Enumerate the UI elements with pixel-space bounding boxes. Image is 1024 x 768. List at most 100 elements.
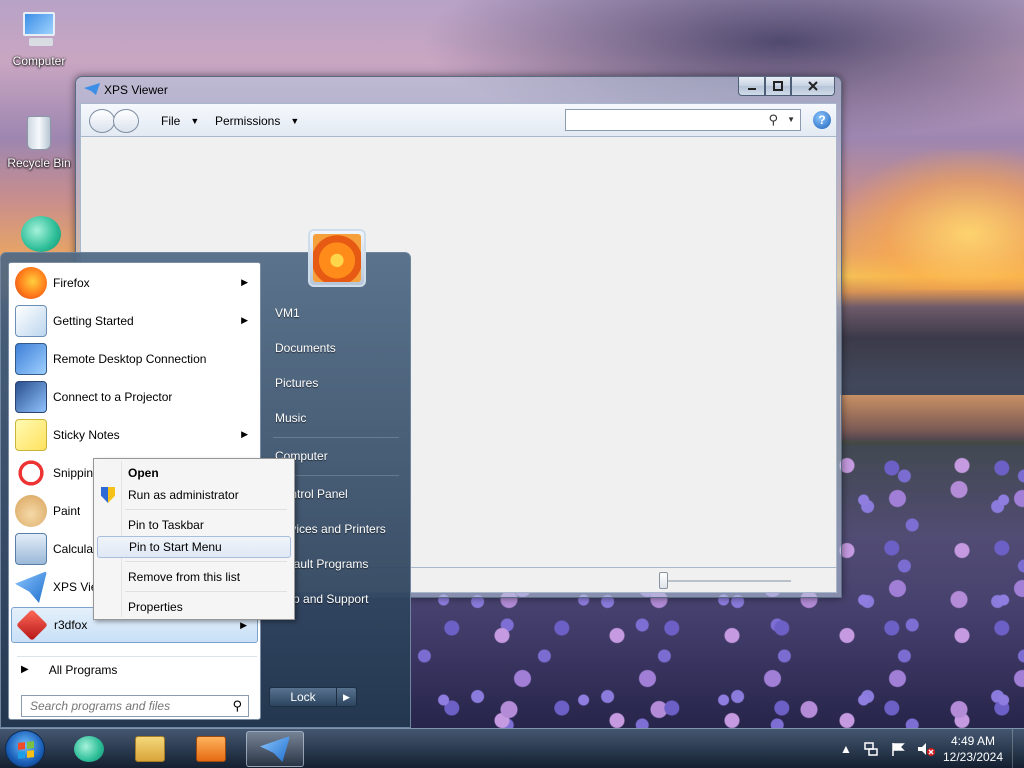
desktop-icon-label: Recycle Bin	[7, 156, 71, 170]
toolbar: File ▼ Permissions ▼ ⚲ ▼ ?	[80, 103, 837, 137]
start-right-item-music[interactable]: Music	[263, 403, 403, 433]
windows-explorer-icon	[135, 736, 165, 762]
program-label: Remote Desktop Connection	[53, 352, 207, 366]
all-programs-button[interactable]: ▶ All Programs	[17, 656, 257, 682]
snipping-tool-icon	[15, 457, 47, 489]
wallpaper-sunset	[840, 150, 1024, 290]
program-item-firefox[interactable]: Firefox ▶	[11, 265, 258, 301]
program-item-sticky-notes[interactable]: Sticky Notes ▶	[11, 417, 258, 453]
volume-muted-icon[interactable]	[917, 741, 935, 757]
program-label: Sticky Notes	[53, 428, 120, 442]
desktop-icon-recycle-bin[interactable]: Recycle Bin	[2, 110, 76, 170]
media-player-icon	[196, 736, 226, 762]
forward-button[interactable]	[113, 109, 139, 133]
desktop-icon-label: Computer	[12, 54, 66, 68]
minimize-button[interactable]	[738, 77, 765, 96]
title-bar[interactable]: XPS Viewer	[76, 77, 841, 101]
show-hidden-icons-arrow-icon[interactable]: ▲	[840, 742, 852, 756]
taskbar-app-xps-viewer[interactable]	[246, 731, 304, 767]
program-item-getting-started[interactable]: Getting Started ▶	[11, 303, 258, 339]
uac-shield-icon	[101, 487, 115, 503]
user-picture[interactable]	[308, 229, 366, 287]
submenu-arrow-icon[interactable]: ▶	[240, 620, 247, 631]
submenu-arrow-icon[interactable]: ▶	[241, 315, 248, 326]
network-icon[interactable]	[863, 741, 879, 757]
taskbar-app-media-player[interactable]	[182, 731, 240, 767]
context-menu-open[interactable]: Open	[97, 462, 291, 484]
all-programs-arrow-icon: ▶	[21, 664, 29, 675]
flag-icon[interactable]	[890, 741, 906, 757]
shutdown-options-arrow-icon[interactable]: ▶	[337, 687, 357, 707]
close-icon	[808, 81, 818, 91]
firefox-icon	[15, 267, 47, 299]
taskbar-app-internet-explorer[interactable]	[60, 731, 118, 767]
permissions-menu-label: Permissions	[215, 114, 281, 128]
xps-viewer-icon	[260, 736, 290, 762]
file-menu-label: File	[161, 114, 181, 128]
program-label: Paint	[53, 504, 81, 518]
close-button[interactable]	[791, 77, 835, 96]
dropdown-arrow-icon: ▼	[290, 116, 300, 126]
desktop-icon-computer[interactable]: Computer	[2, 8, 76, 68]
context-menu: Open Run as administrator Pin to Taskbar…	[93, 458, 295, 620]
maximize-icon	[773, 81, 783, 91]
zoom-slider-thumb[interactable]	[659, 572, 668, 589]
r3dfox-icon	[16, 609, 48, 641]
remote-desktop-icon	[15, 343, 47, 375]
search-box[interactable]: ⚲ ▼	[565, 109, 801, 131]
divider	[273, 437, 399, 438]
internet-explorer-icon	[17, 212, 61, 256]
search-input[interactable]	[566, 110, 756, 130]
context-menu-label: Run as administrator	[128, 488, 239, 502]
paint-icon	[15, 495, 47, 527]
xps-viewer-icon	[15, 571, 47, 603]
submenu-arrow-icon[interactable]: ▶	[241, 429, 248, 440]
calculator-icon	[15, 533, 47, 565]
maximize-button[interactable]	[765, 77, 791, 96]
context-menu-pin-taskbar[interactable]: Pin to Taskbar	[97, 514, 291, 536]
file-menu[interactable]: File ▼	[161, 114, 199, 128]
submenu-arrow-icon[interactable]: ▶	[241, 277, 248, 288]
show-desktop-button[interactable]	[1012, 729, 1024, 768]
wallpaper-water	[840, 395, 1024, 445]
xps-viewer-icon	[84, 83, 100, 95]
minimize-icon	[747, 88, 756, 90]
program-item-remote-desktop[interactable]: Remote Desktop Connection	[11, 341, 258, 377]
start-right-item-documents[interactable]: Documents	[263, 333, 403, 363]
context-menu-run-as-admin[interactable]: Run as administrator	[97, 484, 291, 506]
recycle-bin-icon	[17, 110, 61, 154]
start-search-box[interactable]: ⚲	[21, 695, 249, 717]
program-label: r3dfox	[54, 618, 88, 632]
context-menu-properties[interactable]: Properties	[97, 596, 291, 618]
window-title: XPS Viewer	[104, 83, 168, 97]
taskbar: ▲ 4:49 AM 12/23/2024	[0, 728, 1024, 768]
projector-icon	[15, 381, 47, 413]
dropdown-arrow-icon: ▼	[190, 116, 200, 126]
program-label: Firefox	[53, 276, 90, 290]
all-programs-label: All Programs	[48, 662, 118, 677]
search-options-arrow-icon[interactable]: ▼	[787, 115, 795, 124]
context-menu-remove-from-list[interactable]: Remove from this list	[97, 566, 291, 588]
divider	[125, 591, 287, 592]
clock[interactable]: 4:49 AM 12/23/2024	[936, 733, 1010, 765]
start-right-item-pictures[interactable]: Pictures	[263, 368, 403, 398]
zoom-slider-track[interactable]	[661, 580, 791, 582]
help-button[interactable]: ?	[813, 111, 831, 129]
taskbar-app-windows-explorer[interactable]	[121, 731, 179, 767]
back-button[interactable]	[89, 109, 115, 133]
program-label: Getting Started	[53, 314, 134, 328]
permissions-menu[interactable]: Permissions ▼	[215, 114, 299, 128]
search-icon[interactable]: ⚲	[768, 112, 778, 128]
start-button[interactable]	[5, 730, 45, 768]
divider	[125, 561, 287, 562]
clock-date: 12/23/2024	[942, 750, 1004, 764]
internet-explorer-icon	[74, 736, 104, 762]
flower-avatar-icon	[313, 234, 361, 282]
start-right-item-user[interactable]: VM1	[263, 298, 403, 328]
start-search-input[interactable]	[22, 696, 222, 716]
context-menu-pin-start-menu[interactable]: Pin to Start Menu	[97, 536, 291, 558]
search-icon[interactable]: ⚲	[232, 698, 242, 714]
lock-button[interactable]: Lock	[269, 687, 337, 707]
sticky-notes-icon	[15, 419, 47, 451]
program-item-projector[interactable]: Connect to a Projector	[11, 379, 258, 415]
